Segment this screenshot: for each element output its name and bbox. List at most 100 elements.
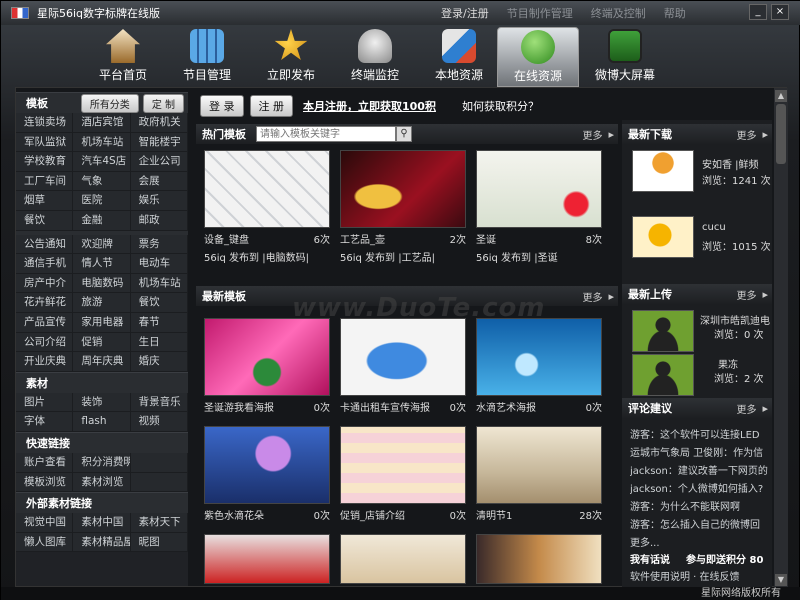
- toolbar-publish[interactable]: 立即发布: [253, 27, 329, 87]
- sidebar-category-item[interactable]: 视频: [130, 412, 188, 432]
- template-thumbnail[interactable]: [204, 426, 330, 504]
- my-comment-link[interactable]: 我有话说: [630, 551, 690, 566]
- sidebar-category-item[interactable]: 餐饮: [130, 293, 188, 313]
- hot-template-tile[interactable]: 设备_键盘 6次 56iq 发布到 |电脑数码|: [204, 150, 330, 264]
- latest-template-tile[interactable]: 紫色水滴花朵 0次: [204, 426, 330, 522]
- sidebar-category-item[interactable]: 机场车站: [73, 132, 131, 153]
- template-publisher[interactable]: 56iq 发布到 |圣诞: [476, 249, 602, 264]
- sidebar-category-item[interactable]: 素材中国: [73, 513, 131, 533]
- template-thumbnail[interactable]: [340, 426, 466, 504]
- template-thumbnail[interactable]: [476, 318, 602, 396]
- sidebar-category-item[interactable]: 字体: [16, 412, 74, 432]
- minimize-button[interactable]: _: [749, 4, 767, 20]
- sidebar-category-item[interactable]: 娱乐: [130, 191, 188, 211]
- sidebar-category-item[interactable]: 懒人图库: [16, 532, 74, 553]
- more-link[interactable]: 更多: [582, 289, 602, 304]
- template-thumbnail[interactable]: [204, 150, 330, 228]
- template-publisher[interactable]: 56iq 发布到 |电脑数码|: [204, 249, 330, 264]
- feedback-links[interactable]: 软件使用说明 · 在线反馈: [630, 568, 770, 583]
- login-button[interactable]: 登 录: [200, 95, 244, 117]
- download-item[interactable]: 安如香 |鲜频 浏览：1241 次: [632, 150, 772, 198]
- latest-template-tile[interactable]: [340, 534, 466, 584]
- sidebar-category-item[interactable]: 促销: [73, 332, 131, 353]
- scroll-thumb[interactable]: [776, 104, 786, 164]
- sidebar-category-item[interactable]: 机场车站: [130, 273, 188, 294]
- sidebar-category-item[interactable]: 素材天下: [130, 513, 188, 533]
- sidebar-category-item[interactable]: 昵图: [130, 532, 188, 553]
- sidebar-category-item[interactable]: 政府机关: [130, 113, 188, 133]
- sidebar-category-item[interactable]: 电脑数码: [73, 273, 131, 294]
- latest-template-tile[interactable]: 促销_店铺介绍 0次: [340, 426, 466, 522]
- sidebar-category-item[interactable]: 金融: [73, 210, 131, 231]
- program-manager-link[interactable]: 节目制作管理: [507, 5, 573, 21]
- template-thumbnail[interactable]: [340, 150, 466, 228]
- sidebar-category-item[interactable]: 票务: [130, 234, 188, 255]
- latest-template-tile[interactable]: [204, 534, 330, 584]
- hot-template-tile[interactable]: 工艺品_壶 2次 56iq 发布到 |工艺品|: [340, 150, 466, 264]
- sidebar-category-item[interactable]: 背景音乐: [130, 392, 188, 413]
- sidebar-category-item[interactable]: 旅游: [73, 293, 131, 313]
- sidebar-category-item[interactable]: 情人节: [73, 254, 131, 274]
- sidebar-category-item[interactable]: 素材精品屋: [73, 532, 131, 553]
- sidebar-category-item[interactable]: 公司介绍: [16, 332, 74, 353]
- sidebar-category-item[interactable]: 生日: [130, 332, 188, 353]
- sidebar-category-item[interactable]: 家用电器: [73, 312, 131, 333]
- more-link[interactable]: 更多: [736, 127, 756, 142]
- sidebar-category-item[interactable]: 开业庆典: [16, 352, 74, 372]
- latest-template-tile[interactable]: 卡通出租车宣传海报 0次: [340, 318, 466, 414]
- sidebar-category-item[interactable]: 邮政: [130, 210, 188, 231]
- promo-link[interactable]: 本月注册，立即获取100积: [303, 98, 436, 114]
- arrow-right-icon[interactable]: ▸: [608, 290, 614, 303]
- sidebar-category-item[interactable]: 学校教育: [16, 152, 74, 172]
- toolbar-online[interactable]: 在线资源: [497, 27, 579, 87]
- comment-item[interactable]: 游客：为什么不能联网啊: [630, 498, 770, 513]
- sidebar-category-item[interactable]: 图片: [16, 392, 74, 413]
- template-thumbnail[interactable]: [476, 426, 602, 504]
- template-thumbnail[interactable]: [204, 318, 330, 396]
- sidebar-category-item[interactable]: 公告通知: [16, 234, 74, 255]
- template-publisher[interactable]: 56iq 发布到 |工艺品|: [340, 249, 466, 264]
- latest-template-tile[interactable]: 圣诞游我看海报 0次: [204, 318, 330, 414]
- close-button[interactable]: ×: [771, 4, 789, 20]
- upload-item[interactable]: 果冻 浏览：2 次: [632, 354, 772, 402]
- upload-item[interactable]: 深圳市皓凯迪电 浏览：0 次: [632, 310, 772, 358]
- sidebar-category-item[interactable]: 会展: [130, 171, 188, 192]
- login-register-link[interactable]: 登录/注册: [441, 5, 489, 21]
- toolbar-weibo[interactable]: 微博大屏幕: [583, 27, 667, 87]
- toolbar-program[interactable]: 节目管理: [169, 27, 245, 87]
- toolbar-monitor[interactable]: 终端监控: [337, 27, 413, 87]
- sidebar-category-item[interactable]: 医院: [73, 191, 131, 211]
- hot-template-tile[interactable]: 圣诞 8次 56iq 发布到 |圣诞: [476, 150, 602, 264]
- help-link[interactable]: 帮助: [664, 5, 686, 21]
- sidebar-category-item[interactable]: 酒店宾馆: [73, 113, 131, 133]
- arrow-right-icon[interactable]: ▸: [762, 288, 768, 301]
- comments-more-link[interactable]: 更多...: [630, 534, 770, 549]
- template-search-input[interactable]: [256, 126, 396, 142]
- arrow-right-icon[interactable]: ▸: [762, 402, 768, 415]
- download-name[interactable]: 安如香 |鲜频: [702, 156, 759, 171]
- sidebar-category-item[interactable]: flash: [73, 412, 131, 432]
- sidebar-category-item[interactable]: 气象: [73, 171, 131, 192]
- more-link[interactable]: 更多: [736, 287, 756, 302]
- arrow-right-icon[interactable]: ▸: [762, 128, 768, 141]
- sidebar-category-item[interactable]: 餐饮: [16, 210, 74, 231]
- sidebar-category-item[interactable]: 视觉中国: [16, 513, 74, 533]
- template-thumbnail[interactable]: [340, 318, 466, 396]
- sidebar-category-item[interactable]: 欢迎牌: [73, 234, 131, 255]
- template-thumbnail[interactable]: [340, 534, 466, 584]
- sidebar-category-item[interactable]: 产品宣传: [16, 312, 74, 333]
- sidebar-category-item[interactable]: 婚庆: [130, 352, 188, 372]
- template-thumbnail[interactable]: [204, 534, 330, 584]
- upload-name[interactable]: 深圳市皓凯迪电: [700, 312, 770, 327]
- register-button[interactable]: 注 册: [249, 95, 293, 117]
- scroll-up-icon[interactable]: ▲: [775, 90, 787, 102]
- sidebar-category-item[interactable]: 账户查看: [16, 452, 74, 473]
- upload-name[interactable]: 果冻: [718, 356, 738, 371]
- more-link[interactable]: 更多: [582, 127, 602, 142]
- arrow-right-icon[interactable]: ▸: [608, 128, 614, 141]
- sidebar-category-item[interactable]: 积分消费明细: [73, 452, 131, 473]
- terminal-control-link[interactable]: 终端及控制: [591, 5, 646, 21]
- avatar[interactable]: [632, 354, 694, 396]
- sidebar-category-item[interactable]: 电动车: [130, 254, 188, 274]
- scroll-down-icon[interactable]: ▼: [775, 574, 787, 586]
